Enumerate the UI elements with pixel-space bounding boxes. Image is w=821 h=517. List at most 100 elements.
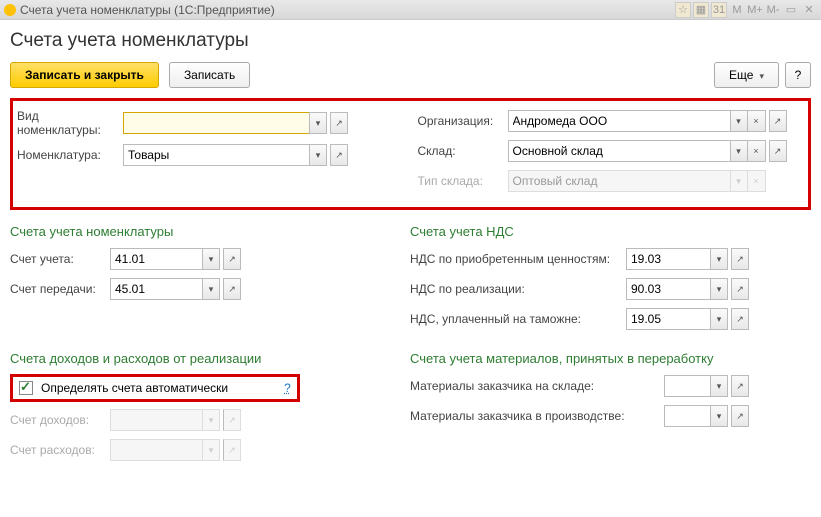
page-title: Счета учета номенклатуры — [10, 30, 811, 52]
m-plus-icon: M+ — [747, 2, 763, 18]
mater-proizv-label: Материалы заказчика в производстве: — [410, 409, 664, 423]
open-icon[interactable]: ↗ — [223, 278, 241, 300]
doh-field: ▾ ↗ — [110, 409, 241, 431]
auto-help-link[interactable]: ? — [284, 381, 291, 395]
dropdown-icon[interactable]: ▾ — [710, 308, 728, 330]
dropdown-icon[interactable]: ▾ — [730, 110, 748, 132]
dropdown-icon: ▾ — [202, 409, 220, 431]
open-icon[interactable]: ↗ — [731, 375, 749, 397]
app-icon — [4, 4, 16, 16]
toolbar: Записать и закрыть Записать Еще ? — [10, 62, 811, 88]
open-icon[interactable]: ↗ — [769, 110, 787, 132]
mater-section-title: Счета учета материалов, принятых в перер… — [410, 351, 811, 366]
pered-field[interactable]: ▾ ↗ — [110, 278, 241, 300]
nds-section-title: Счета учета НДС — [410, 224, 811, 239]
nds-tam-label: НДС, уплаченный на таможне: — [410, 312, 626, 326]
open-icon: ↗ — [223, 439, 241, 461]
nds-tam-field[interactable]: ▾ ↗ — [626, 308, 749, 330]
nds-real-input[interactable] — [626, 278, 710, 300]
tip-input — [508, 170, 730, 192]
dropdown-icon: ▾ — [202, 439, 220, 461]
dropdown-icon[interactable]: ▾ — [710, 405, 728, 427]
save-close-button[interactable]: Записать и закрыть — [10, 62, 159, 88]
mater-sklad-field[interactable]: ▾ ↗ — [664, 375, 749, 397]
sklad-field[interactable]: ▾ × ↗ — [508, 140, 787, 162]
m-minus-icon: M- — [765, 2, 781, 18]
open-icon: ↗ — [223, 409, 241, 431]
acct-section-title: Счета учета номенклатуры — [10, 224, 380, 239]
dropdown-icon[interactable]: ▾ — [730, 140, 748, 162]
nds-real-label: НДС по реализации: — [410, 282, 626, 296]
open-icon[interactable]: ↗ — [731, 308, 749, 330]
dropdown-icon[interactable]: ▾ — [710, 375, 728, 397]
nom-input[interactable] — [123, 144, 309, 166]
tool-icon-3[interactable]: 31 — [711, 2, 727, 18]
auto-checkbox[interactable] — [19, 381, 33, 395]
open-icon[interactable]: ↗ — [731, 278, 749, 300]
dropdown-icon: ▾ — [730, 170, 748, 192]
open-icon[interactable]: ↗ — [223, 248, 241, 270]
nom-field[interactable]: ▾ ↗ — [123, 144, 348, 166]
doh-input — [110, 409, 202, 431]
org-field[interactable]: ▾ × ↗ — [508, 110, 787, 132]
more-button[interactable]: Еще — [714, 62, 779, 88]
open-icon[interactable]: ↗ — [731, 248, 749, 270]
mater-sklad-label: Материалы заказчика на складе: — [410, 379, 664, 393]
open-icon[interactable]: ↗ — [330, 144, 348, 166]
dohod-section-title: Счета доходов и расходов от реализации — [10, 351, 380, 366]
help-button[interactable]: ? — [785, 62, 811, 88]
pered-label: Счет передачи: — [10, 282, 110, 296]
mater-sklad-input[interactable] — [664, 375, 710, 397]
schet-label: Счет учета: — [10, 252, 110, 266]
open-icon[interactable]: ↗ — [731, 405, 749, 427]
content: Счета учета номенклатуры Записать и закр… — [0, 20, 821, 517]
auto-label: Определять счета автоматически — [41, 381, 228, 395]
clear-icon[interactable]: × — [748, 110, 766, 132]
vid-label: Вид номенклатуры: — [17, 109, 123, 137]
tool-icon-1[interactable]: ☆ — [675, 2, 691, 18]
nds-real-field[interactable]: ▾ ↗ — [626, 278, 749, 300]
schet-input[interactable] — [110, 248, 202, 270]
dropdown-icon[interactable]: ▾ — [309, 144, 327, 166]
doh-label: Счет доходов: — [10, 413, 110, 427]
nds-priob-label: НДС по приобретенным ценностям: — [410, 252, 626, 266]
m-icon: M — [729, 2, 745, 18]
sklad-input[interactable] — [508, 140, 730, 162]
dropdown-icon[interactable]: ▾ — [710, 278, 728, 300]
mater-proizv-field[interactable]: ▾ ↗ — [664, 405, 749, 427]
top-highlighted-block: Вид номенклатуры: ▾ ↗ Номенклатура: ▾ ↗ — [10, 98, 811, 210]
window-title: Счета учета номенклатуры (1С:Предприятие… — [20, 3, 675, 17]
save-button[interactable]: Записать — [169, 62, 250, 88]
org-label: Организация: — [418, 114, 508, 128]
pered-input[interactable] — [110, 278, 202, 300]
titlebar: Счета учета номенклатуры (1С:Предприятие… — [0, 0, 821, 20]
mater-proizv-input[interactable] — [664, 405, 710, 427]
dropdown-icon[interactable]: ▾ — [202, 248, 220, 270]
auto-highlighted-block: Определять счета автоматически ? — [10, 374, 300, 402]
dropdown-icon[interactable]: ▾ — [309, 112, 327, 134]
open-icon[interactable]: ↗ — [330, 112, 348, 134]
open-icon[interactable]: ↗ — [769, 140, 787, 162]
nds-tam-input[interactable] — [626, 308, 710, 330]
nds-priob-input[interactable] — [626, 248, 710, 270]
minimize-icon[interactable]: ▭ — [783, 2, 799, 18]
vid-input[interactable] — [123, 112, 309, 134]
dropdown-icon[interactable]: ▾ — [710, 248, 728, 270]
schet-field[interactable]: ▾ ↗ — [110, 248, 241, 270]
close-icon[interactable]: ✕ — [801, 2, 817, 18]
vid-field[interactable]: ▾ ↗ — [123, 112, 348, 134]
org-input[interactable] — [508, 110, 730, 132]
nds-priob-field[interactable]: ▾ ↗ — [626, 248, 749, 270]
system-buttons: ☆ ▦ 31 M M+ M- ▭ ✕ — [675, 2, 817, 18]
tool-icon-2[interactable]: ▦ — [693, 2, 709, 18]
sklad-label: Склад: — [418, 144, 508, 158]
tip-label: Тип склада: — [418, 174, 508, 188]
tip-field: ▾ × — [508, 170, 766, 192]
ras-label: Счет расходов: — [10, 443, 110, 457]
clear-icon: × — [748, 170, 766, 192]
dropdown-icon[interactable]: ▾ — [202, 278, 220, 300]
ras-input — [110, 439, 202, 461]
clear-icon[interactable]: × — [748, 140, 766, 162]
nom-label: Номенклатура: — [17, 148, 123, 162]
ras-field: ▾ ↗ — [110, 439, 241, 461]
